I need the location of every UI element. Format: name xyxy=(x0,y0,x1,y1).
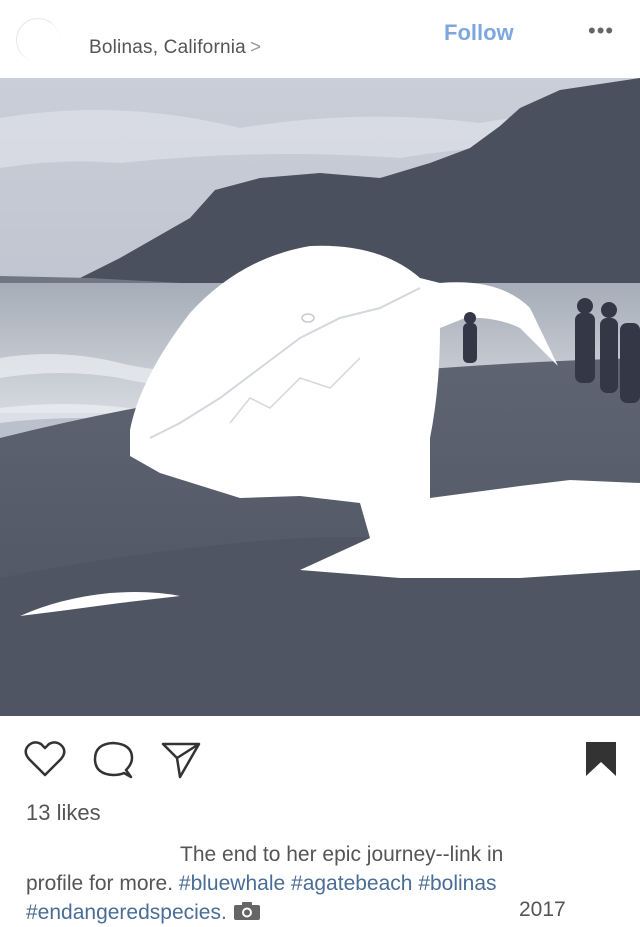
hashtag-bluewhale[interactable]: #bluewhale xyxy=(179,872,285,895)
bookmark-icon[interactable] xyxy=(584,740,618,778)
likes-count[interactable]: 13 likes xyxy=(26,800,101,826)
caption-line-1: The end to her epic journey--link in xyxy=(180,843,504,866)
follow-button[interactable]: Follow xyxy=(444,20,514,46)
action-bar xyxy=(0,720,640,800)
avatar[interactable] xyxy=(16,18,60,62)
location-link[interactable]: Bolinas, California > xyxy=(89,37,261,59)
post-photo[interactable] xyxy=(0,78,640,716)
post-year: 2017 xyxy=(519,898,566,921)
chevron-right-icon: > xyxy=(249,37,262,58)
heart-icon[interactable] xyxy=(24,740,66,778)
camera-icon xyxy=(233,902,260,920)
comment-icon[interactable] xyxy=(92,740,134,780)
hashtag-bolinas[interactable]: #bolinas xyxy=(418,872,496,895)
send-icon[interactable] xyxy=(160,740,202,780)
hashtag-endangeredspecies[interactable]: #endangeredspecies. xyxy=(26,901,227,924)
hashtag-agatebeach[interactable]: #agatebeach xyxy=(291,872,412,895)
more-options-icon[interactable]: ••• xyxy=(588,18,614,44)
post-header: Bolinas, California > Follow ••• xyxy=(0,0,640,78)
location-label: Bolinas, California xyxy=(89,37,246,58)
caption-line-2-prefix: profile for more. xyxy=(26,872,174,895)
